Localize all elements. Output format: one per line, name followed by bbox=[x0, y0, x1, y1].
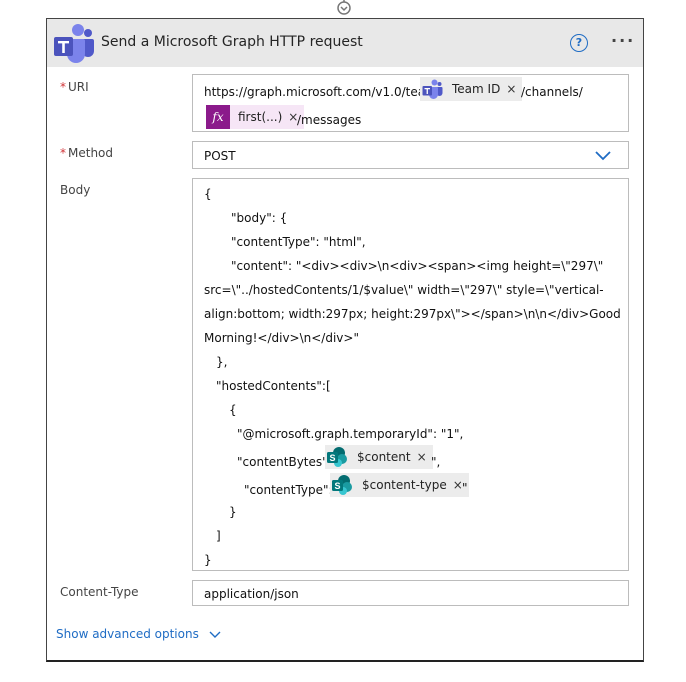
content-token[interactable]: S $content × bbox=[325, 445, 433, 469]
body-editor[interactable]: { "body": { "contentType": "html", "cont… bbox=[192, 178, 629, 571]
uri-field[interactable]: https://graph.microsoft.com/v1.0/teams/ … bbox=[192, 74, 629, 132]
body-line: "content": "<div><div>\n<div><span><img … bbox=[231, 259, 604, 273]
fx-icon: fx bbox=[206, 105, 230, 129]
more-options-icon[interactable]: ··· bbox=[611, 31, 635, 50]
svg-text:S: S bbox=[334, 481, 340, 491]
body-line: " bbox=[462, 481, 468, 495]
body-line: Morning!</div>\n</div>" bbox=[204, 331, 359, 345]
body-line: { bbox=[204, 187, 212, 201]
body-line: }, bbox=[216, 355, 228, 369]
sharepoint-icon: S bbox=[327, 447, 347, 467]
method-value: POST bbox=[204, 149, 236, 163]
svg-text:S: S bbox=[329, 453, 335, 463]
flow-connector-icon bbox=[337, 0, 351, 15]
body-line: "@microsoft.graph.temporaryId": "1", bbox=[237, 427, 464, 441]
body-line: ", bbox=[431, 455, 441, 469]
uri-label: * URI bbox=[60, 80, 89, 94]
body-label: Body bbox=[60, 183, 91, 197]
card-header[interactable]: Send a Microsoft Graph HTTP request ? ··… bbox=[47, 19, 643, 67]
content-token-label: $content bbox=[357, 450, 411, 464]
method-label-text: Method bbox=[68, 146, 114, 160]
help-icon[interactable]: ? bbox=[570, 34, 588, 52]
body-line: ] bbox=[216, 529, 221, 543]
first-expression-token[interactable]: fx first(...) × bbox=[206, 105, 305, 129]
content-type-token-label: $content-type bbox=[362, 478, 447, 492]
teams-icon bbox=[54, 24, 94, 63]
body-line: } bbox=[229, 505, 237, 519]
body-line: "contentType": "html", bbox=[231, 235, 366, 249]
uri-text-prefix: https://graph.microsoft.com/v1.0/teams/ bbox=[204, 85, 448, 99]
required-mark: * bbox=[60, 80, 66, 94]
show-advanced-options-link[interactable]: Show advanced options bbox=[56, 627, 221, 641]
first-token-label: first(...) bbox=[238, 110, 283, 124]
method-label: * Method bbox=[60, 146, 113, 160]
body-line: src=\"../hostedContents/1/$value\" width… bbox=[204, 283, 604, 297]
uri-text-channels: /channels/ bbox=[521, 85, 583, 99]
body-line: "contentType": " bbox=[244, 483, 342, 497]
content-type-value: application/json bbox=[204, 587, 299, 601]
team-id-token[interactable]: Team ID × bbox=[420, 77, 523, 101]
teams-icon bbox=[420, 77, 444, 101]
action-card: Send a Microsoft Graph HTTP request ? ··… bbox=[46, 18, 644, 662]
card-title: Send a Microsoft Graph HTTP request bbox=[101, 34, 363, 50]
team-id-token-label: Team ID bbox=[452, 82, 501, 96]
body-line: "body": { bbox=[231, 211, 288, 225]
chevron-down-icon[interactable] bbox=[595, 151, 611, 161]
content-type-input[interactable]: application/json bbox=[192, 580, 629, 606]
close-icon[interactable]: × bbox=[506, 82, 522, 96]
chevron-down-icon bbox=[209, 631, 221, 638]
sharepoint-icon: S bbox=[332, 475, 352, 495]
uri-text-messages: /messages bbox=[297, 113, 362, 127]
method-select[interactable]: POST bbox=[192, 141, 629, 169]
show-advanced-options-label: Show advanced options bbox=[56, 627, 199, 641]
body-line: { bbox=[229, 403, 237, 417]
content-type-token[interactable]: S $content-type × bbox=[330, 473, 469, 497]
body-line: align:bottom; width:297px; height:297px\… bbox=[204, 307, 621, 321]
required-mark: * bbox=[60, 146, 66, 160]
content-type-label: Content-Type bbox=[60, 585, 139, 599]
body-line: } bbox=[204, 553, 212, 567]
uri-label-text: URI bbox=[68, 80, 89, 94]
body-line: "hostedContents":[ bbox=[216, 379, 331, 393]
